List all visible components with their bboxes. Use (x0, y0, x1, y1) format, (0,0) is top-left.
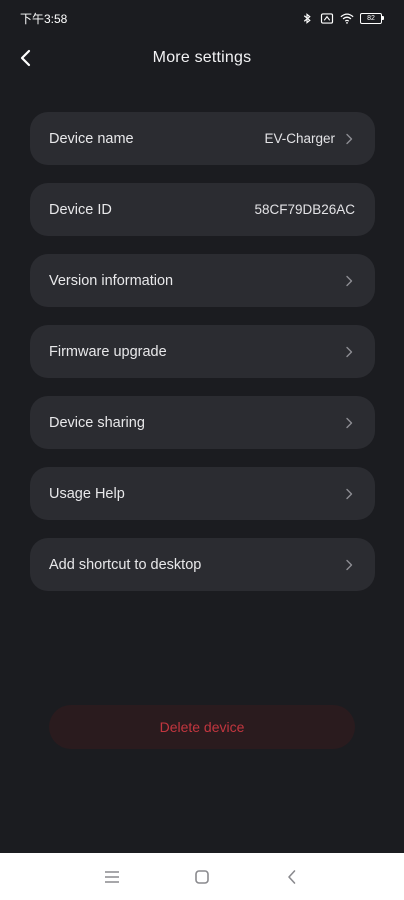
row-usage-help[interactable]: Usage Help (30, 467, 375, 520)
row-label: Firmware upgrade (49, 343, 167, 360)
chevron-right-icon (346, 417, 353, 428)
row-device-id: Device ID 58CF79DB26AC (30, 183, 375, 236)
wifi-icon (340, 13, 354, 24)
delete-device-button[interactable]: Delete device (49, 705, 355, 749)
row-version-information[interactable]: Version information (30, 254, 375, 307)
chevron-left-icon (20, 49, 31, 67)
nav-home-button[interactable] (192, 867, 212, 887)
home-icon (195, 869, 209, 884)
back-icon (288, 869, 296, 884)
row-add-shortcut[interactable]: Add shortcut to desktop (30, 538, 375, 591)
menu-icon (105, 870, 119, 883)
chevron-right-icon (346, 559, 353, 570)
status-bar: 下午3:58 82 (0, 0, 404, 36)
row-label: Version information (49, 272, 174, 289)
status-icons: 82 (300, 12, 384, 24)
settings-list: Device name EV-Charger Device ID 58CF79D… (30, 112, 375, 609)
nav-menu-button[interactable] (102, 867, 122, 887)
row-device-sharing[interactable]: Device sharing (30, 396, 375, 449)
page-title: More settings (152, 49, 252, 66)
row-device-name[interactable]: Device name EV-Charger (30, 112, 375, 165)
chevron-right-icon (346, 275, 353, 286)
battery-icon: 82 (360, 12, 384, 24)
chevron-right-icon (346, 346, 353, 357)
chevron-right-icon (346, 488, 353, 499)
row-label: Add shortcut to desktop (49, 556, 202, 573)
device-name-value: EV-Charger (264, 131, 335, 146)
device-id-value: 58CF79DB26AC (254, 202, 355, 217)
nav-back-button[interactable] (282, 867, 302, 887)
battery-level: 82 (367, 14, 375, 22)
row-label: Usage Help (49, 485, 125, 502)
sim-icon (320, 12, 334, 24)
row-label: Device sharing (49, 414, 145, 431)
status-time: 下午3:58 (20, 11, 68, 26)
system-nav-bar (0, 853, 404, 900)
bluetooth-icon (303, 12, 311, 24)
row-firmware-upgrade[interactable]: Firmware upgrade (30, 325, 375, 378)
back-button[interactable] (12, 44, 40, 72)
chevron-right-icon (346, 133, 353, 144)
header: More settings (0, 36, 404, 80)
row-label: Device ID (49, 201, 112, 218)
row-label: Device name (49, 130, 134, 147)
